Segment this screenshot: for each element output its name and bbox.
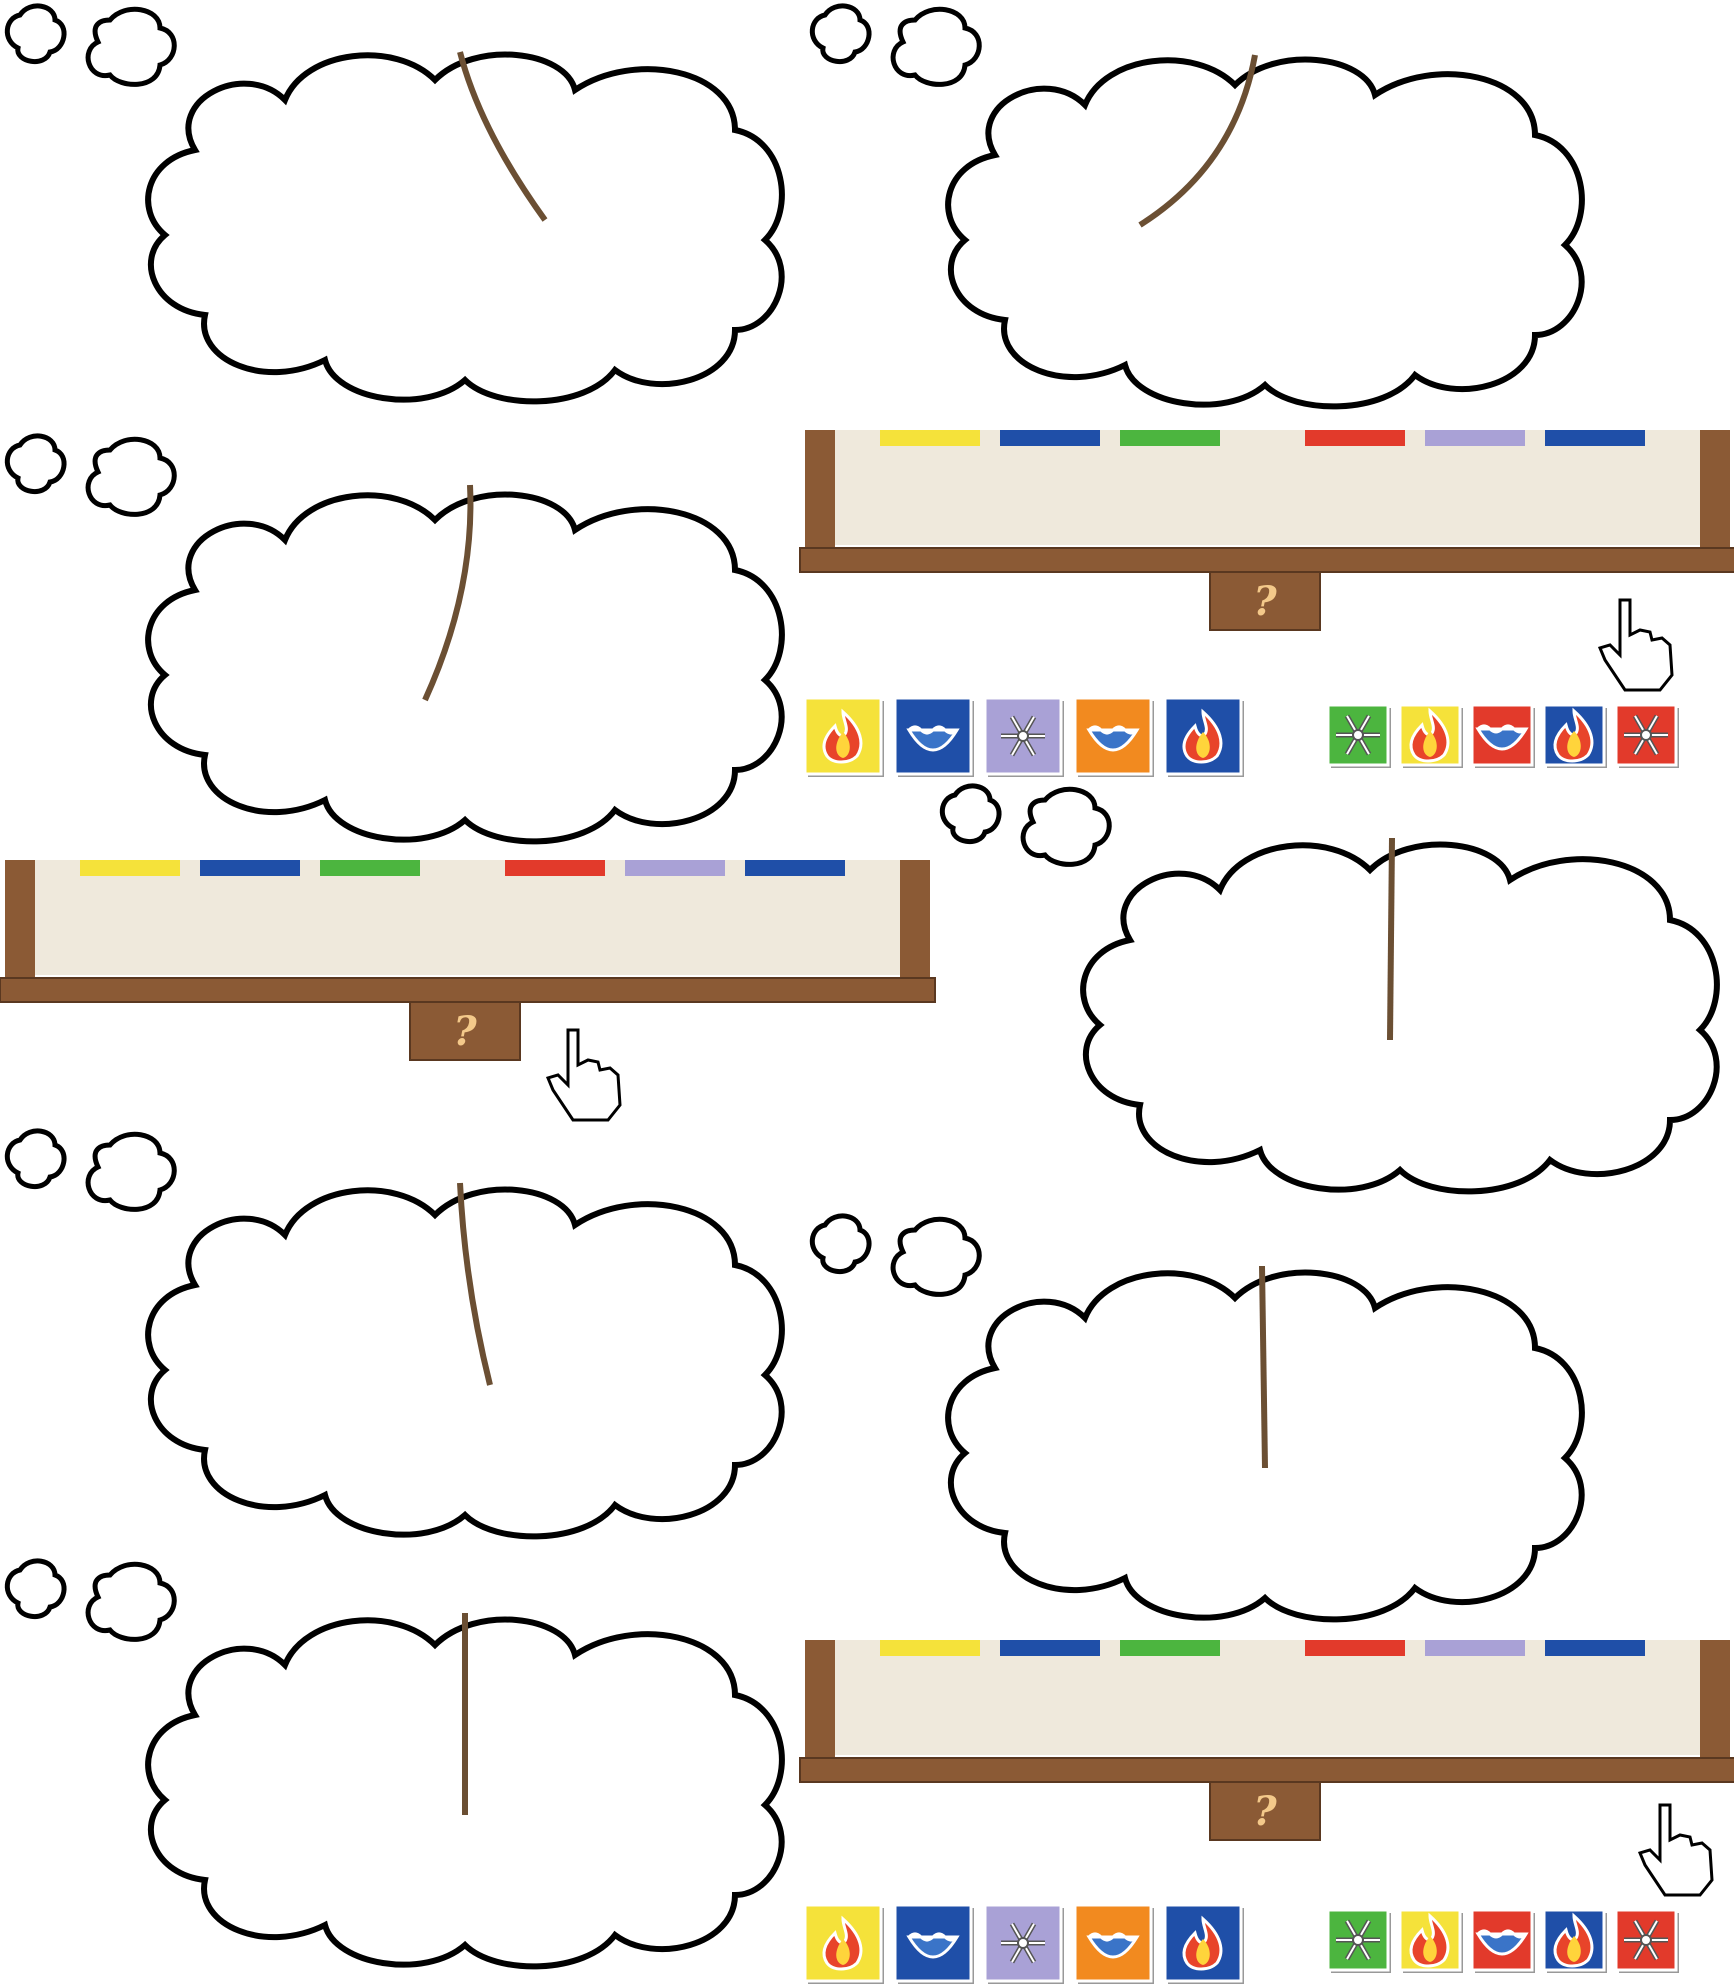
thought-bubble-small [4, 3, 177, 87]
element-tile-fire[interactable] [1542, 703, 1607, 768]
thought-bubble-small [809, 3, 982, 87]
element-tile-water[interactable] [1073, 1903, 1154, 1984]
thought-cloud [1083, 837, 1717, 1191]
element-tiles [1326, 1908, 1679, 1973]
thought-cloud [948, 54, 1582, 406]
element-tiles [1326, 703, 1679, 768]
element-tile-water[interactable] [893, 1903, 974, 1984]
thought-bubble-small [4, 1558, 177, 1642]
help-label: ? [1253, 1788, 1277, 1835]
thought-bubble-small [809, 1213, 982, 1297]
game-board: ? [799, 430, 1734, 631]
element-tile-fire[interactable] [1398, 1908, 1463, 1973]
thought-cloud [148, 484, 782, 841]
hand-cursor-icon [1597, 598, 1674, 692]
thought-cloud [148, 51, 782, 401]
element-tile-snowflake[interactable] [1326, 703, 1391, 768]
element-tile-snowflake[interactable] [1326, 1908, 1391, 1973]
element-tile-snowflake[interactable] [1614, 1908, 1679, 1973]
help-label: ? [1253, 578, 1277, 625]
thought-cloud [148, 1182, 782, 1536]
game-board: ? [799, 1640, 1734, 1841]
thought-bubble-small [939, 783, 1112, 867]
hand-cursor-icon [545, 1028, 622, 1122]
element-tile-water[interactable] [1470, 703, 1535, 768]
element-tiles [803, 696, 1244, 777]
thought-bubble-small [4, 433, 177, 517]
timer-stem [1259, 1265, 1268, 1469]
element-tile-fire[interactable] [1542, 1908, 1607, 1973]
element-tile-fire[interactable] [1398, 703, 1463, 768]
element-tile-fire[interactable] [803, 696, 884, 777]
element-tile-fire[interactable] [1163, 696, 1244, 777]
thought-cloud [948, 1265, 1582, 1619]
hand-cursor-icon [1637, 1803, 1714, 1897]
thought-bubble-small [4, 1128, 177, 1212]
help-label: ? [453, 1008, 477, 1055]
element-tile-snowflake[interactable] [1614, 703, 1679, 768]
element-tile-snowflake[interactable] [983, 696, 1064, 777]
game-stage: ? ? ? [0, 3, 1734, 1984]
element-tiles [803, 1903, 1244, 1984]
thought-cloud [148, 1613, 782, 1966]
element-tile-water[interactable] [1073, 696, 1154, 777]
timer-stem [1387, 837, 1395, 1041]
game-board: ? [0, 860, 936, 1061]
element-tile-fire[interactable] [803, 1903, 884, 1984]
element-tile-fire[interactable] [1163, 1903, 1244, 1984]
element-tile-water[interactable] [1470, 1908, 1535, 1973]
element-tile-water[interactable] [893, 696, 974, 777]
element-tile-snowflake[interactable] [983, 1903, 1064, 1984]
